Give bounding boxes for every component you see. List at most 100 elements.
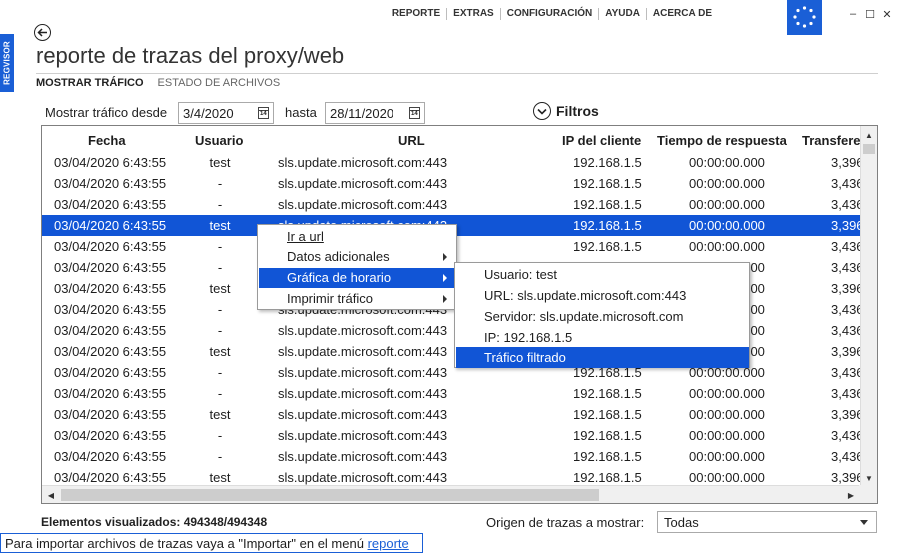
column-header-fecha[interactable]: Fecha [88, 133, 126, 148]
cell-url: sls.update.microsoft.com:443 [278, 176, 448, 191]
scroll-right-icon[interactable]: ▶ [843, 487, 859, 503]
cell-ip: 192.168.1.5 [573, 197, 642, 212]
cell-fecha: 03/04/2020 6:43:55 [54, 407, 167, 422]
cell-tiempo: 00:00:00.000 [689, 218, 765, 233]
table-header: Fecha Usuario URL IP del cliente Tiempo … [42, 126, 862, 155]
side-tab[interactable]: REGVISOR [0, 34, 14, 92]
submenu-item-trafico-filtrado[interactable]: Tráfico filtrado [456, 347, 749, 368]
side-tab-label: REGVISOR [2, 41, 12, 85]
horizontal-scroll-thumb[interactable] [61, 489, 599, 501]
submenu-item-ip[interactable]: IP: 192.168.1.5 [456, 327, 749, 348]
origin-select[interactable]: Todas [657, 511, 877, 533]
menu-reporte[interactable]: REPORTE [386, 8, 448, 20]
calendar-icon[interactable]: 14 [258, 107, 269, 119]
status-link-reporte[interactable]: reporte [368, 536, 409, 551]
cell-usuario: - [217, 428, 223, 443]
column-header-tiempo[interactable]: Tiempo de respuesta [657, 133, 787, 148]
cell-usuario: test [209, 344, 231, 359]
table-row[interactable]: 03/04/2020 6:43:55 test sls.update.microso… [42, 404, 864, 425]
cell-url: sls.update.microsoft.com:443 [278, 344, 448, 359]
to-label: hasta [285, 105, 317, 120]
cell-usuario: test [209, 155, 231, 170]
table-row[interactable]: 03/04/2020 6:43:55 - sls.update.microsoft.… [42, 425, 864, 446]
column-header-url[interactable]: URL [398, 133, 425, 148]
context-menu: Ir a url Datos adicionales Gráfica de ho… [257, 224, 457, 310]
cell-usuario: - [217, 323, 223, 338]
cell-url: sls.update.microsoft.com:443 [278, 407, 448, 422]
table-row[interactable]: 03/04/2020 6:43:55 test sls.update.microso… [42, 152, 864, 173]
scroll-down-icon[interactable]: ▼ [861, 470, 877, 486]
cell-tiempo: 00:00:00.000 [689, 449, 765, 464]
cell-transferencia: 3,436 [831, 386, 864, 401]
cell-tiempo: 00:00:00.000 [689, 239, 765, 254]
column-header-ip[interactable]: IP del cliente [562, 133, 641, 148]
menu-acerca-de[interactable]: ACERCA DE [647, 8, 718, 20]
submenu-item-servidor[interactable]: Servidor: sls.update.microsoft.com [456, 306, 749, 327]
cell-fecha: 03/04/2020 6:43:55 [54, 449, 167, 464]
cell-ip: 192.168.1.5 [573, 386, 642, 401]
vertical-scroll-thumb[interactable] [863, 144, 875, 154]
cell-transferencia: 3,396 [831, 407, 864, 422]
table-row[interactable]: 03/04/2020 6:43:55 - sls.update.microsoft.… [42, 383, 864, 404]
tab-estado-de-archivos[interactable]: ESTADO DE ARCHIVOS [158, 77, 281, 89]
close-button[interactable]: ✕ [880, 8, 894, 21]
context-item-grafica-de-horario[interactable]: Gráfica de horario [259, 268, 455, 288]
cell-url: sls.update.microsoft.com:443 [278, 155, 448, 170]
table-row[interactable]: 03/04/2020 6:43:55 - sls.update.microsoft.… [42, 173, 864, 194]
submenu-grafica-de-horario: Usuario: test URL: sls.update.microsoft.… [454, 262, 750, 368]
cell-transferencia: 3,396 [831, 470, 864, 485]
context-item-ir-a-url[interactable]: Ir a url [259, 227, 455, 247]
status-text: Para importar archivos de trazas vaya a … [5, 536, 368, 551]
menu-ayuda[interactable]: AYUDA [599, 8, 647, 20]
cell-ip: 192.168.1.5 [573, 428, 642, 443]
status-bar: Para importar archivos de trazas vaya a … [0, 533, 423, 553]
cell-fecha: 03/04/2020 6:43:55 [54, 218, 167, 233]
scroll-left-icon[interactable]: ◀ [43, 487, 59, 503]
cell-fecha: 03/04/2020 6:43:55 [54, 197, 167, 212]
cell-usuario: test [209, 218, 231, 233]
cell-ip: 192.168.1.5 [573, 155, 642, 170]
cell-tiempo: 00:00:00.000 [689, 407, 765, 422]
cell-fecha: 03/04/2020 6:43:55 [54, 428, 167, 443]
to-date-input[interactable]: 28/11/2020 14 [325, 102, 425, 124]
menu-configuracion[interactable]: CONFIGURACIÓN [501, 8, 600, 20]
table-row[interactable]: 03/04/2020 6:43:55 - sls.update.microsoft.… [42, 446, 864, 467]
horizontal-scrollbar[interactable]: ◀ ▶ [42, 485, 860, 503]
cell-ip: 192.168.1.5 [573, 407, 642, 422]
cell-tiempo: 00:00:00.000 [689, 197, 765, 212]
cell-tiempo: 00:00:00.000 [689, 386, 765, 401]
cell-usuario: test [209, 407, 231, 422]
cell-transferencia: 3,396 [831, 281, 864, 296]
cell-ip: 192.168.1.5 [573, 176, 642, 191]
menu-extras[interactable]: EXTRAS [447, 8, 501, 20]
cell-url: sls.update.microsoft.com:443 [278, 449, 448, 464]
minimize-button[interactable]: – [846, 8, 860, 20]
cell-usuario: - [217, 176, 223, 191]
submenu-item-usuario[interactable]: Usuario: test [456, 264, 749, 285]
column-header-transferencia[interactable]: Transfere [802, 133, 861, 148]
cell-transferencia: 3,396 [831, 155, 864, 170]
filters-toggle[interactable]: Filtros [533, 102, 599, 120]
cell-tiempo: 00:00:00.000 [689, 176, 765, 191]
vertical-scrollbar[interactable]: ▲ ▼ [860, 126, 877, 487]
column-header-usuario[interactable]: Usuario [195, 133, 243, 148]
context-item-datos-adicionales[interactable]: Datos adicionales [259, 247, 455, 267]
from-date-input[interactable]: 3/4/2020 14 [178, 102, 274, 124]
cell-usuario: - [217, 260, 223, 275]
chevron-down-icon [533, 102, 551, 120]
top-menu: REPORTE EXTRAS CONFIGURACIÓN AYUDA ACERC… [386, 8, 718, 20]
table-row[interactable]: 03/04/2020 6:43:55 - sls.update.microsoft.… [42, 194, 864, 215]
back-button[interactable] [34, 24, 51, 41]
context-item-imprimir-trafico[interactable]: Imprimir tráfico [259, 289, 455, 309]
scroll-up-icon[interactable]: ▲ [861, 127, 877, 143]
cell-transferencia: 3,436 [831, 449, 864, 464]
cell-url: sls.update.microsoft.com:443 [278, 470, 448, 485]
calendar-icon[interactable]: 14 [409, 107, 420, 119]
cell-usuario: test [209, 470, 231, 485]
submenu-item-url[interactable]: URL: sls.update.microsoft.com:443 [456, 285, 749, 306]
tab-mostrar-trafico[interactable]: MOSTRAR TRÁFICO [36, 77, 144, 89]
maximize-button[interactable]: ☐ [863, 8, 877, 21]
cell-ip: 192.168.1.5 [573, 449, 642, 464]
cell-fecha: 03/04/2020 6:43:55 [54, 260, 167, 275]
back-arrow-icon [37, 28, 47, 37]
